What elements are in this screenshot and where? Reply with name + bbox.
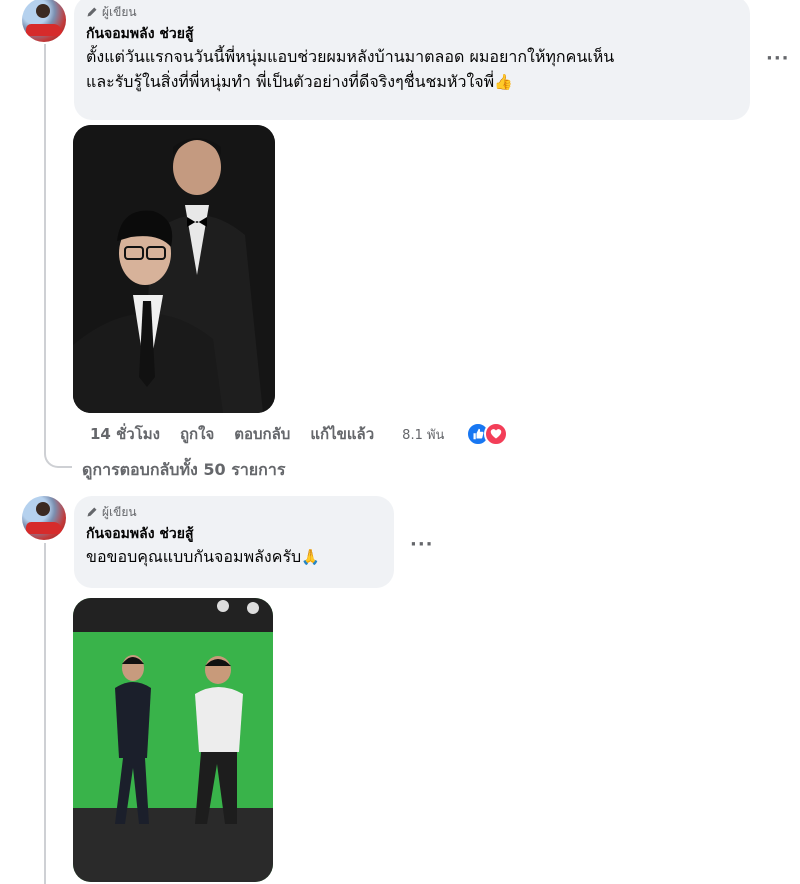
comment-text: ตั้งแต่วันแรกจนวันนี้พี่หนุ่มแอบช่วยผมหล… [86,44,738,95]
comment-bubble: ผู้เขียน กันจอมพลัง ช่วยสู้ ขอขอบคุณแบบก… [74,496,394,588]
comment-text: ขอขอบคุณแบบกันจอมพลังครับ🙏 [86,544,382,570]
reply-button[interactable]: ตอบกลับ [234,422,290,446]
pencil-icon [87,7,97,17]
comment-actions: 14 ชั่วโมง ถูกใจ ตอบกลับ แก้ไขแล้ว 8.1 พ… [90,422,509,446]
comment-photo[interactable] [73,125,275,413]
thread-line-bottom [44,543,46,884]
comment-line: และรับรู้ในสิ่งที่พี่หนุ่มทำ พี่เป็นตัวอ… [86,72,495,91]
reaction-summary[interactable]: 8.1 พัน [402,422,509,446]
edited-label[interactable]: แก้ไขแล้ว [310,422,374,446]
author-badge-label: ผู้เขียน [102,4,137,19]
timestamp-link[interactable]: 14 ชั่วโมง [90,422,160,446]
two-men-in-suits-photo [73,125,275,413]
author-badge: ผู้เขียน [86,4,738,20]
thread-connector [44,440,72,468]
praying-hands-emoji: 🙏 [301,548,320,566]
commenter-name[interactable]: กันจอมพลัง ช่วยสู้ [86,524,382,544]
love-icon [484,422,509,446]
comment-photo[interactable] [73,598,273,882]
comment-line: ขอขอบคุณแบบกันจอมพลังครับ [86,547,302,566]
avatar[interactable] [22,0,66,42]
like-button[interactable]: ถูกใจ [180,422,214,446]
thread-line-top [44,44,46,452]
comment-line: ตั้งแต่วันแรกจนวันนี้พี่หนุ่มแอบช่วยผมหล… [86,47,615,66]
avatar[interactable] [22,496,66,540]
two-men-wai-green-screen-photo [73,598,273,882]
comment-bubble: ผู้เขียน กันจอมพลัง ช่วยสู้ ตั้งแต่วันแร… [74,0,750,120]
pencil-icon [87,507,97,517]
more-options-button[interactable]: ··· [410,534,434,555]
author-badge-label: ผู้เขียน [102,504,137,519]
view-replies-link[interactable]: ดูการตอบกลับทั้ง 50 รายการ [82,458,285,483]
author-badge: ผู้เขียน [86,504,382,520]
commenter-name[interactable]: กันจอมพลัง ช่วยสู้ [86,24,738,44]
reaction-count: 8.1 พัน [402,427,445,443]
thumbs-up-emoji: 👍 [494,73,513,91]
more-options-button[interactable]: ··· [766,48,790,69]
